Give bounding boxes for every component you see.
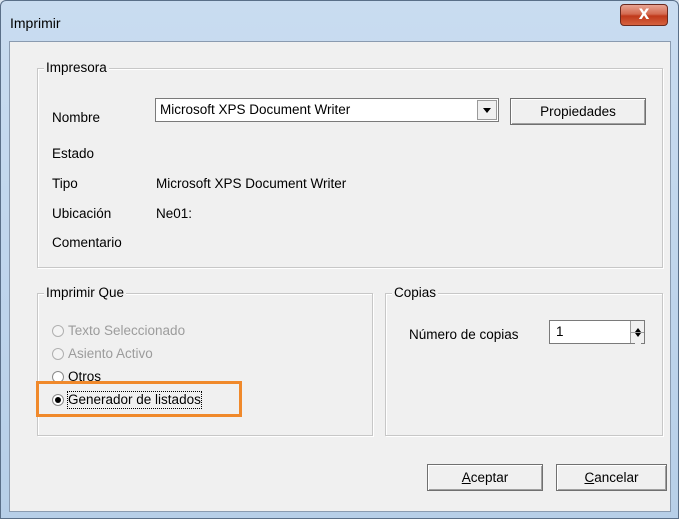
close-icon: X xyxy=(638,7,650,23)
printer-location-value: Ne01: xyxy=(156,206,193,221)
copies-spinner[interactable] xyxy=(630,321,644,344)
cancel-button-label: Cancelar xyxy=(584,469,639,485)
printer-type-label: Tipo xyxy=(52,176,78,191)
copies-count-input[interactable]: 1 xyxy=(549,320,645,344)
dropdown-arrow-icon[interactable] xyxy=(477,100,497,120)
printer-group-label: Impresora xyxy=(44,60,109,76)
window-title: Imprimir xyxy=(10,15,61,31)
radio-generador-listados-label: Generador de listados xyxy=(67,391,202,409)
properties-button[interactable]: Propiedades xyxy=(510,98,646,125)
printer-select-value: Microsoft XPS Document Writer xyxy=(160,102,351,117)
printer-select[interactable]: Microsoft XPS Document Writer xyxy=(155,98,499,122)
radio-asiento-activo[interactable] xyxy=(52,348,64,360)
properties-button-label: Propiedades xyxy=(540,103,616,119)
radio-asiento-activo-label: Asiento Activo xyxy=(68,346,153,361)
copies-group: Copias xyxy=(385,285,663,436)
accept-button-label: Aceptar xyxy=(461,469,509,485)
dialog-body: Impresora Nombre Microsoft XPS Document … xyxy=(9,41,671,512)
radio-texto-seleccionado-label: Texto Seleccionado xyxy=(68,323,186,338)
printer-status-label: Estado xyxy=(52,146,95,161)
accept-button[interactable]: Aceptar xyxy=(427,464,543,491)
copies-group-label: Copias xyxy=(392,285,439,301)
copies-count-value: 1 xyxy=(556,324,564,339)
printer-name-label: Nombre xyxy=(52,110,101,125)
printer-location-label: Ubicación xyxy=(52,206,112,221)
radio-generador-listados[interactable] xyxy=(52,394,64,406)
close-button[interactable]: X xyxy=(620,4,668,26)
printer-comment-label: Comentario xyxy=(52,235,122,250)
copies-count-label: Número de copias xyxy=(409,327,519,342)
spin-down-icon[interactable] xyxy=(631,332,644,344)
radio-selected-dot xyxy=(55,397,61,403)
radio-texto-seleccionado[interactable] xyxy=(52,325,64,337)
print-dialog: Imprimir X Impresora Nombre Microsoft XP… xyxy=(0,0,679,519)
spin-up-icon[interactable] xyxy=(631,321,644,332)
print-what-group-label: Imprimir Que xyxy=(44,285,127,301)
cancel-button[interactable]: Cancelar xyxy=(556,464,667,491)
printer-type-value: Microsoft XPS Document Writer xyxy=(156,176,347,191)
title-bar[interactable]: Imprimir X xyxy=(1,1,678,41)
